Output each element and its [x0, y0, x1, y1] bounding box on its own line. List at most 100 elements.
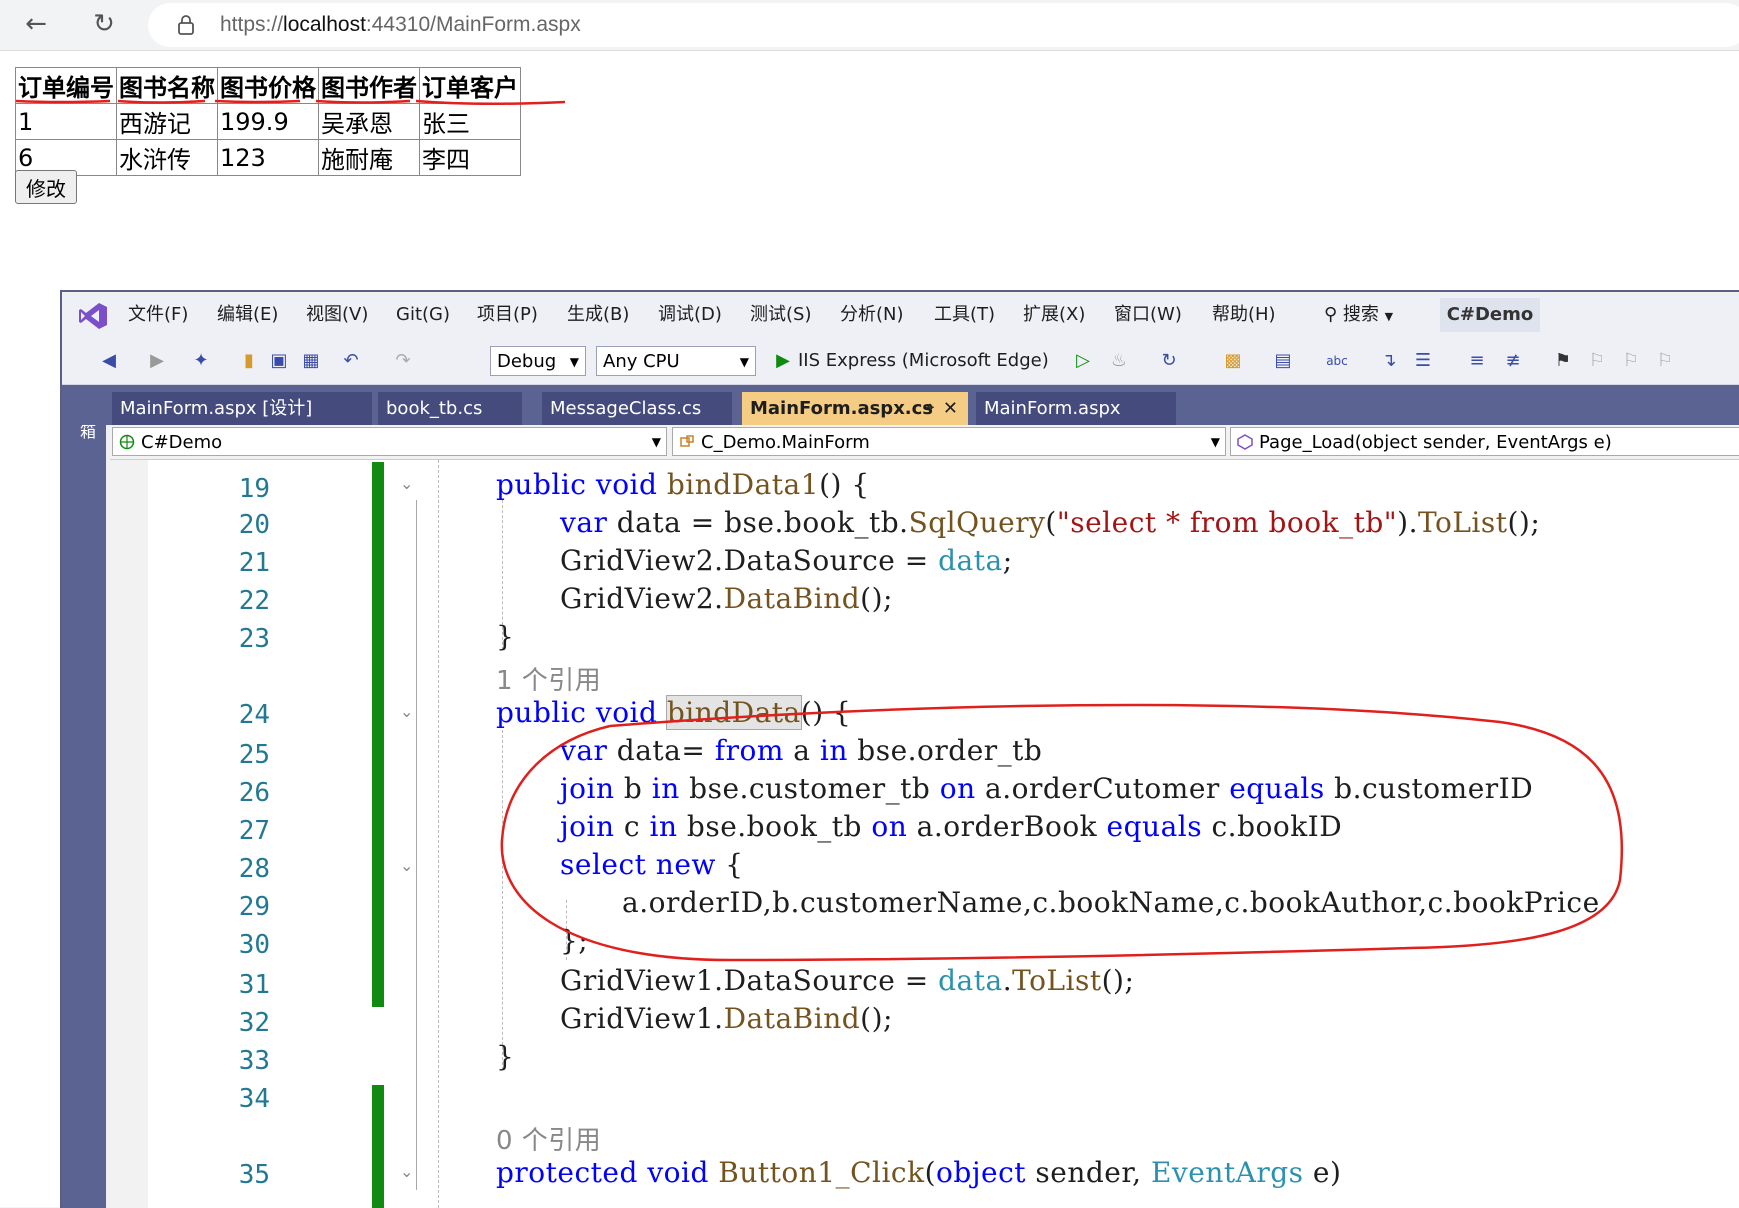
uncomment-icon[interactable]: ≢	[1502, 350, 1524, 372]
standard-toolbar: ◀ ▶ ✦ ▮ ▣ ▦ ↶ ↷ Debug ▼ Any CPU ▼ ▶ IIS Ex…	[62, 338, 1739, 385]
tab-book-tb[interactable]: book_tb.cs	[378, 392, 522, 425]
save-all-icon[interactable]: ▦	[300, 350, 322, 372]
code-line: }	[496, 620, 515, 653]
tab-mainform-design[interactable]: MainForm.aspx [设计]	[112, 392, 372, 425]
globe-icon	[119, 434, 135, 450]
new-project-icon[interactable]: ✦	[190, 350, 212, 372]
collapse-chevron-icon[interactable]: ⌄	[400, 702, 418, 721]
line-number: 22	[238, 586, 270, 616]
tab-label: MainForm.aspx.cs	[750, 398, 934, 419]
chevron-down-icon: ▼	[651, 435, 661, 449]
refresh-icon[interactable]: ↻	[1158, 350, 1180, 372]
grid-cell: 水浒传	[116, 139, 218, 176]
menu-item-test[interactable]: 测试(S)	[750, 292, 811, 338]
window-layout-icon[interactable]: ▤	[1272, 350, 1294, 372]
properties-icon[interactable]: ☰	[1412, 350, 1434, 372]
class-dropdown[interactable]: C_Demo.MainForm ▼	[672, 427, 1226, 456]
reference-count[interactable]: 0 个引用	[496, 1120, 601, 1157]
code-line: select new {	[560, 848, 744, 881]
code-line: GridView2.DataSource = data;	[560, 544, 1013, 577]
code-editor[interactable]: 19 20 21 22 23 24 25 26 27 28 29 30 31 3…	[110, 460, 1739, 1208]
back-arrow-icon[interactable]: ←	[18, 6, 54, 42]
prev-bookmark-icon[interactable]: ⚐	[1586, 350, 1608, 372]
redo-icon[interactable]: ↷	[392, 350, 414, 372]
configuration-combo[interactable]: Debug ▼	[490, 346, 586, 376]
member-dropdown[interactable]: Page_Load(object sender, EventArgs e)	[1230, 427, 1739, 456]
reload-icon[interactable]: ↻	[86, 6, 122, 42]
code-line: };	[560, 924, 589, 957]
menu-item-debug[interactable]: 调试(D)	[658, 292, 722, 338]
menu-item-extensions[interactable]: 扩展(X)	[1023, 292, 1085, 338]
solution-explorer-icon[interactable]: ▩	[1222, 350, 1244, 372]
collapse-chevron-icon[interactable]: ⌄	[400, 474, 418, 493]
clear-bookmarks-icon[interactable]: ⚐	[1654, 350, 1676, 372]
menu-item-build[interactable]: 生成(B)	[567, 292, 629, 338]
class-icon	[680, 435, 694, 447]
undo-icon[interactable]: ↶	[340, 350, 362, 372]
open-folder-icon[interactable]: ▮	[238, 350, 260, 372]
grid-header-row: 订单编号 图书名称 图书价格 图书作者 订单客户	[15, 67, 521, 104]
address-bar[interactable]: https://localhost:44310/MainForm.aspx	[148, 3, 1739, 47]
outline-line	[416, 500, 417, 1190]
grid-header-cell: 订单客户	[419, 67, 521, 104]
line-number: 27	[238, 816, 270, 846]
start-without-debugging-icon[interactable]: ▷	[1072, 350, 1094, 372]
table-row: 1 西游记 199.9 吴承恩 张三	[15, 103, 521, 140]
line-number: 31	[238, 970, 270, 1000]
comment-icon[interactable]: ≡	[1466, 350, 1488, 372]
next-bookmark-icon[interactable]: ⚐	[1620, 350, 1642, 372]
code-line: var data= from a in bse.order_tb	[560, 734, 1043, 767]
search-icon: ⚲	[1324, 304, 1338, 325]
line-number: 28	[238, 854, 270, 884]
lock-icon	[178, 15, 194, 35]
indent-guide	[438, 460, 439, 1208]
tab-mainform-cs[interactable]: MainForm.aspx.cs ⌖ ✕	[742, 392, 968, 425]
chevron-down-icon: ▼	[569, 355, 579, 369]
grid-cell: 199.9	[217, 103, 319, 140]
code-line: GridView1.DataBind();	[560, 1002, 893, 1035]
change-indicator	[372, 462, 384, 1007]
menu-item-edit[interactable]: 编辑(E)	[217, 292, 278, 338]
run-target-label[interactable]: IIS Express (Microsoft Edge)	[798, 338, 1049, 384]
start-debugging-icon[interactable]: ▶	[772, 350, 794, 372]
line-number: 23	[238, 624, 270, 654]
spell-check-icon[interactable]: abc	[1326, 350, 1348, 372]
step-icon[interactable]: ↴	[1378, 350, 1400, 372]
collapse-chevron-icon[interactable]: ⌄	[400, 1162, 418, 1181]
reference-count[interactable]: 1 个引用	[496, 660, 601, 697]
code-line: public void bindData1() {	[496, 468, 870, 501]
menu-item-git[interactable]: Git(G)	[396, 292, 450, 338]
platform-combo[interactable]: Any CPU ▼	[596, 346, 756, 376]
code-line: GridView2.DataBind();	[560, 582, 893, 615]
line-number: 34	[238, 1084, 270, 1114]
close-icon[interactable]: ✕	[943, 392, 958, 425]
collapse-chevron-icon[interactable]: ⌄	[400, 856, 418, 875]
search-button[interactable]: ⚲ 搜索 ▼	[1324, 292, 1393, 340]
line-number: 24	[238, 700, 270, 730]
menu-item-help[interactable]: 帮助(H)	[1212, 292, 1276, 338]
grid-cell: 张三	[419, 103, 521, 140]
indent-guide	[502, 730, 503, 1070]
code-line: a.orderID,b.customerName,c.bookName,c.bo…	[622, 886, 1600, 919]
menu-item-window[interactable]: 窗口(W)	[1114, 292, 1182, 338]
toolbox-sidebar[interactable]: 工具箱	[62, 385, 106, 1208]
navigate-back-icon[interactable]: ◀	[98, 350, 120, 372]
menu-item-project[interactable]: 项目(P)	[477, 292, 538, 338]
save-icon[interactable]: ▣	[268, 350, 290, 372]
menu-item-view[interactable]: 视图(V)	[306, 292, 368, 338]
tab-messageclass[interactable]: MessageClass.cs	[542, 392, 732, 425]
project-dropdown[interactable]: C#Demo ▼	[112, 427, 667, 456]
hot-reload-icon[interactable]: ♨	[1108, 350, 1130, 372]
menu-item-file[interactable]: 文件(F)	[128, 292, 188, 338]
tab-mainform-aspx[interactable]: MainForm.aspx	[976, 392, 1176, 425]
pin-icon[interactable]: ⌖	[926, 392, 934, 425]
navigate-forward-icon[interactable]: ▶	[146, 350, 168, 372]
bookmark-icon[interactable]: ⚑	[1552, 350, 1574, 372]
menu-item-analyze[interactable]: 分析(N)	[840, 292, 904, 338]
menu-item-tools[interactable]: 工具(T)	[934, 292, 995, 338]
modify-button[interactable]: 修改	[15, 170, 77, 204]
table-row: 6 水浒传 123 施耐庵 李四	[15, 139, 521, 176]
line-number: 29	[238, 892, 270, 922]
method-icon	[1237, 434, 1253, 450]
code-line: GridView1.DataSource = data.ToList();	[560, 964, 1135, 997]
